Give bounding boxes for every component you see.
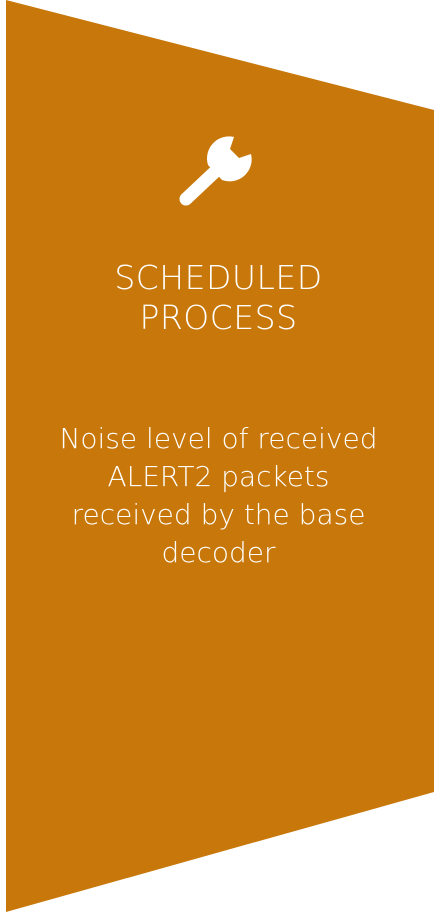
- panel-title: SCHEDULED PROCESS: [40, 258, 397, 338]
- panel-content: SCHEDULED PROCESS Noise level of receive…: [0, 0, 437, 912]
- title-line: PROCESS: [139, 298, 298, 337]
- description-line: ALERT2 packets: [107, 460, 330, 493]
- wrench-icon: [172, 125, 262, 210]
- panel-description: Noise level of received ALERT2 packets r…: [30, 420, 407, 572]
- process-card: SCHEDULED PROCESS Noise level of receive…: [0, 0, 437, 912]
- description-line: received by the base: [71, 498, 366, 531]
- title-line: SCHEDULED: [114, 258, 323, 297]
- description-line: Noise level of received: [59, 422, 378, 455]
- description-line: decoder: [161, 536, 276, 569]
